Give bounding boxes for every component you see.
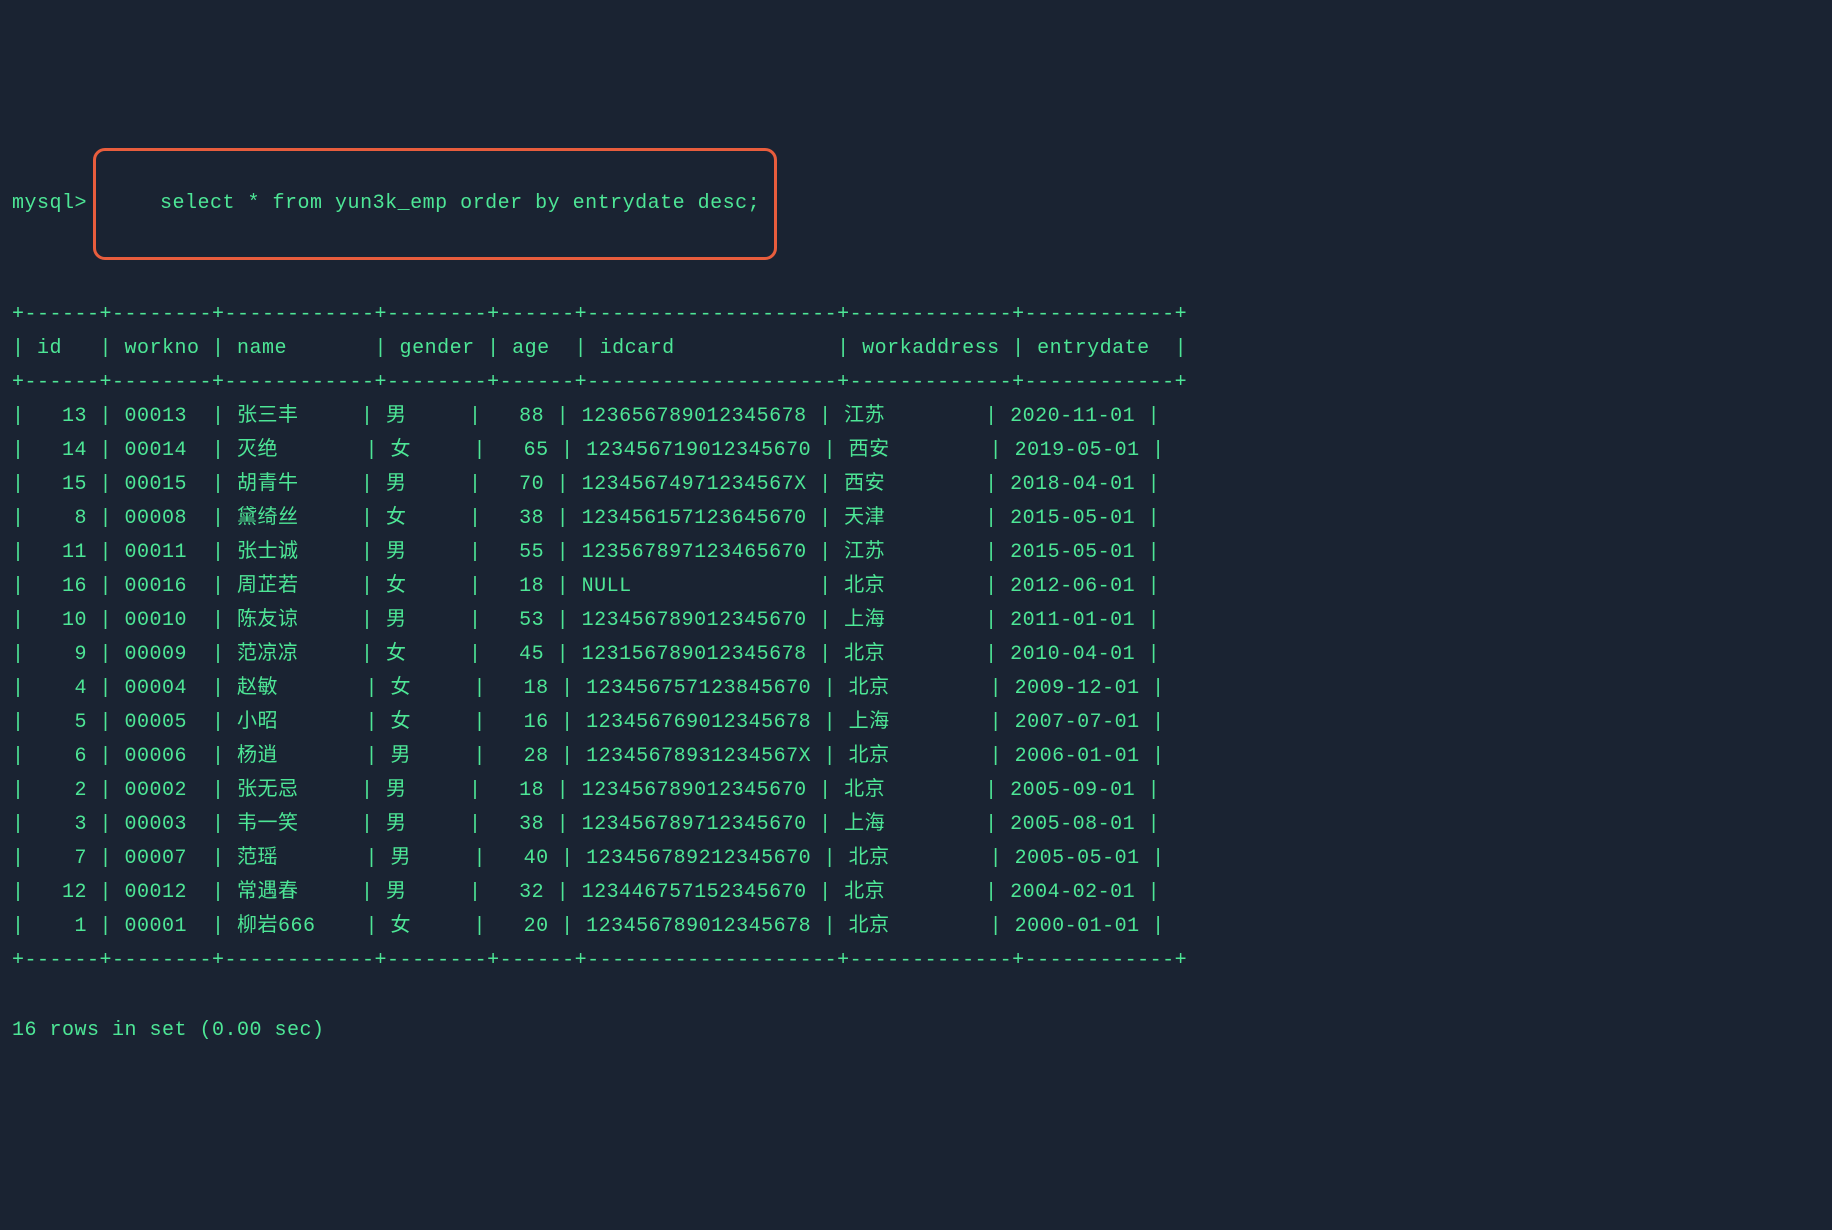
prompt-line: mysql> select * from yun3k_emp order by … <box>12 148 1820 260</box>
mysql-prompt: mysql> <box>12 187 87 221</box>
sql-query: select * from yun3k_emp order by entryda… <box>160 192 760 215</box>
query-highlight-box: select * from yun3k_emp order by entryda… <box>93 148 777 260</box>
query-result-table: +------+--------+------------+--------+-… <box>12 298 1820 978</box>
result-footer: 16 rows in set (0.00 sec) <box>12 1014 1820 1048</box>
